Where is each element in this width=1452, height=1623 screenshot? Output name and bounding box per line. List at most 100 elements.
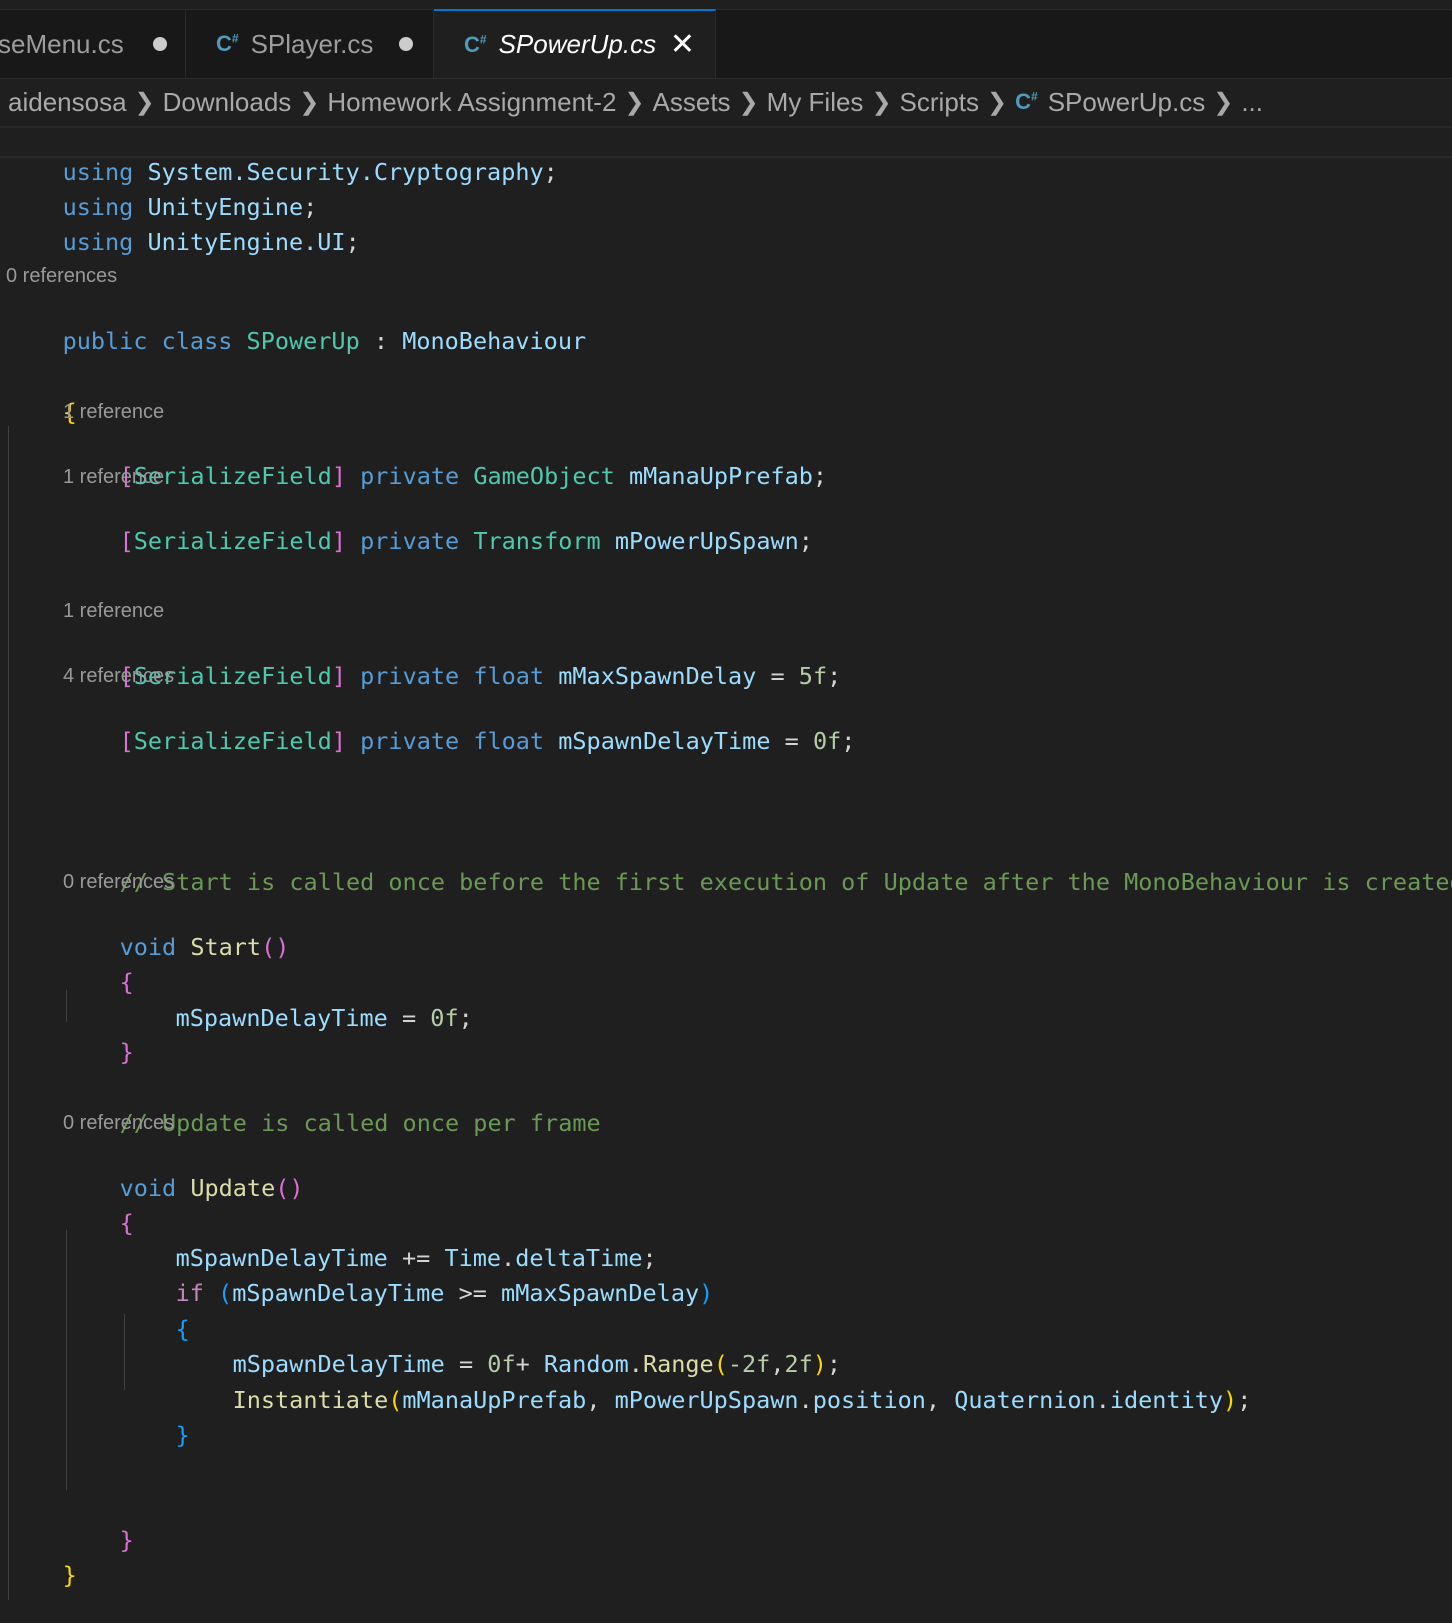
comment: // Update is called once per frame	[119, 1109, 601, 1137]
keyword: public	[62, 327, 148, 355]
code-line-update-2[interactable]: mSpawnDelayTime = 0f+ Random.Range(-2f,2…	[176, 1316, 841, 1378]
code-line-update-if[interactable]: if (mSpawnDelayTime >= mMaxSpawnDelay)	[119, 1245, 714, 1307]
code-line-update-open[interactable]: {	[63, 1175, 134, 1237]
chevron-right-icon: ❯	[299, 88, 320, 116]
punctuation: .	[1095, 1386, 1110, 1414]
bracket: )	[1223, 1386, 1238, 1414]
punctuation: ;	[1237, 1386, 1252, 1414]
identifier: mPowerUpSpawn	[614, 1386, 799, 1414]
breadcrumb: aidensosa ❯ Downloads ❯ Homework Assignm…	[0, 80, 1452, 124]
chevron-right-icon: ❯	[987, 88, 1008, 116]
breadcrumb-item[interactable]: My Files	[767, 87, 864, 118]
code-line-update-decl[interactable]: void Update()	[63, 1140, 304, 1202]
codelens-references[interactable]: 0 references	[63, 1110, 174, 1136]
code-line-field-3[interactable]: [SerializeField] private float mMaxSpawn…	[63, 628, 842, 690]
punctuation: ,	[925, 1386, 955, 1414]
breadcrumb-item[interactable]: Homework Assignment-2	[327, 87, 616, 118]
code-line-start-body[interactable]: mSpawnDelayTime = 0f;	[119, 970, 473, 1032]
codelens-references[interactable]: 0 references	[6, 263, 117, 289]
tab-label: seMenu.cs	[0, 28, 124, 59]
code-line-if-close[interactable]: }	[119, 1387, 190, 1449]
keyword: private	[360, 662, 460, 690]
breadcrumb-more[interactable]: ...	[1241, 87, 1263, 118]
breadcrumb-item[interactable]: aidensosa	[8, 87, 127, 118]
code-line-comment-start[interactable]: // Start is called once before the first…	[63, 834, 1452, 896]
code-line-start-decl[interactable]: void Start()	[63, 899, 290, 961]
codelens-references[interactable]: 0 references	[63, 869, 174, 895]
tab-spowerup[interactable]: C# SPowerUp.cs ✕	[434, 9, 716, 78]
chevron-right-icon: ❯	[738, 88, 759, 116]
code-line-start-close[interactable]: }	[63, 1004, 134, 1066]
breadcrumb-item[interactable]: Scripts	[900, 87, 979, 118]
indent-guide	[8, 426, 9, 1600]
bracket: ]	[331, 462, 346, 490]
code-line-update-1[interactable]: mSpawnDelayTime += Time.deltaTime;	[119, 1210, 657, 1272]
tab-label: SPlayer.cs	[250, 28, 374, 59]
bracket: ]	[331, 727, 346, 755]
bracket: (	[388, 1386, 403, 1414]
bracket: (	[218, 1279, 233, 1307]
codelens-references[interactable]: 1 reference	[63, 598, 164, 624]
type-name: GameObject	[473, 462, 615, 490]
csharp-file-icon: C#	[216, 31, 239, 56]
property: position	[812, 1386, 926, 1414]
operator: =	[784, 727, 799, 755]
code-line-using-3[interactable]: using UnityEngine.UI;	[6, 194, 360, 256]
tab-semenu[interactable]: seMenu.cs	[0, 10, 186, 78]
code-line-start-open[interactable]: {	[63, 934, 134, 996]
bracket: [	[119, 727, 134, 755]
codelens-references[interactable]: 4 references	[63, 663, 174, 689]
code-line-class-decl[interactable]: public class SPowerUp : MonoBehaviour	[6, 293, 587, 355]
chevron-right-icon: ❯	[871, 88, 892, 116]
breadcrumb-item[interactable]: Downloads	[163, 87, 292, 118]
class-name: SPowerUp	[246, 327, 360, 355]
identifier: mPowerUpSpawn	[614, 527, 799, 555]
code-line-field-2[interactable]: [SerializeField] private Transform mPowe…	[63, 493, 813, 555]
bracket: )	[699, 1279, 714, 1307]
code-editor[interactable]: using System.Security.Cryptography; usin…	[0, 124, 1452, 1600]
code-line-update-close[interactable]: }	[63, 1492, 134, 1554]
bracket: }	[175, 1421, 190, 1449]
punctuation: ;	[827, 662, 842, 690]
number-literal: 0f	[812, 727, 842, 755]
bracket: }	[119, 1038, 134, 1066]
code-line-using-2[interactable]: using UnityEngine;	[6, 159, 318, 221]
operator: >=	[458, 1279, 487, 1307]
number-literal: 5f	[798, 662, 828, 690]
code-line-comment-update[interactable]: // Update is called once per frame	[63, 1075, 601, 1137]
code-line-if-open[interactable]: {	[119, 1281, 190, 1343]
code-line-open-brace[interactable]: {	[6, 364, 77, 426]
unsaved-dot-icon[interactable]	[153, 37, 167, 51]
close-icon[interactable]: ✕	[670, 29, 695, 60]
identifier: mSpawnDelayTime	[175, 1004, 388, 1032]
comment: // Start is called once before the first…	[119, 868, 1452, 896]
punctuation: .	[798, 1386, 813, 1414]
bracket: ]	[331, 662, 346, 690]
codelens-references[interactable]: 1 reference	[63, 399, 164, 425]
number-literal: 0f	[430, 1004, 459, 1032]
code-line-field-1[interactable]: [SerializeField] private GameObject mMan…	[63, 428, 827, 490]
punctuation: :	[373, 327, 389, 355]
code-line-using-1[interactable]: using System.Security.Cryptography;	[6, 124, 558, 186]
keyword: class	[161, 327, 233, 355]
code-line-field-4[interactable]: [SerializeField] private float mSpawnDel…	[63, 693, 856, 755]
attribute: SerializeField	[133, 727, 332, 755]
punctuation: ;	[458, 1004, 473, 1032]
unsaved-dot-icon[interactable]	[399, 37, 413, 51]
punctuation: ;	[345, 228, 360, 256]
breadcrumb-file[interactable]: SPowerUp.cs	[1048, 87, 1206, 118]
identifier: mManaUpPrefab	[628, 462, 813, 490]
identifier: mSpawnDelayTime	[232, 1279, 445, 1307]
namespace: UnityEngine.UI	[147, 228, 346, 256]
window-top-edge	[0, 0, 1452, 10]
code-line-class-close[interactable]: }	[6, 1527, 77, 1589]
tab-splayer[interactable]: C# SPlayer.cs	[186, 10, 434, 78]
bracket: ()	[261, 933, 290, 961]
attribute: SerializeField	[133, 527, 332, 555]
identifier: mManaUpPrefab	[402, 1386, 587, 1414]
bracket: ()	[275, 1174, 304, 1202]
codelens-references[interactable]: 1 reference	[63, 464, 164, 490]
code-line-update-3[interactable]: Instantiate(mManaUpPrefab, mPowerUpSpawn…	[176, 1352, 1252, 1414]
identifier: mMaxSpawnDelay	[501, 1279, 700, 1307]
breadcrumb-item[interactable]: Assets	[653, 87, 731, 118]
